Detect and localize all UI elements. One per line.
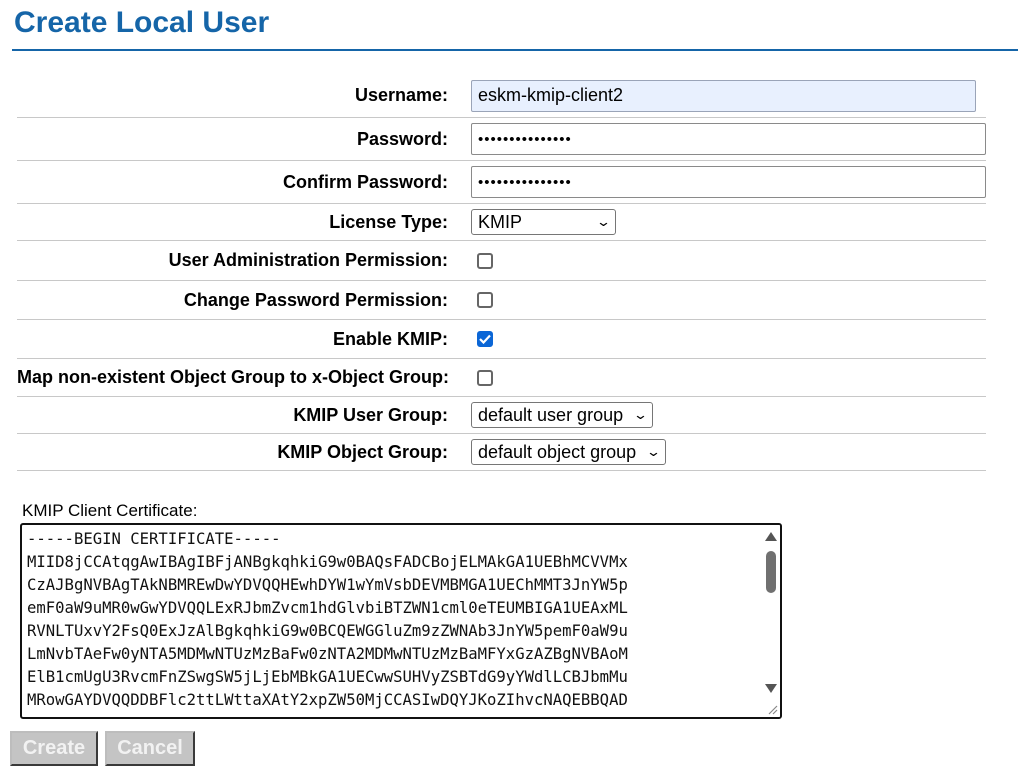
change-password-permission-checkbox[interactable]: [477, 292, 493, 308]
scrollbar-thumb[interactable]: [766, 551, 776, 593]
kmip-user-group-value: default user group: [478, 404, 624, 425]
chevron-down-icon: ⌄: [632, 407, 649, 422]
resize-grip-icon[interactable]: [766, 703, 778, 715]
certificate-label: KMIP Client Certificate:: [22, 501, 198, 520]
user-admin-permission-row: User Administration Permission:: [17, 241, 986, 281]
confirm-password-row: Confirm Password: •••••••••••••••: [17, 161, 986, 204]
license-type-value: KMIP: [478, 211, 523, 232]
certificate-scrollbar[interactable]: [762, 525, 780, 717]
enable-kmip-label: Enable KMIP:: [332, 328, 448, 349]
certificate-textarea[interactable]: -----BEGIN CERTIFICATE----- MIID8jCCAtqg…: [20, 523, 782, 719]
user-admin-permission-label: User Administration Permission:: [168, 250, 448, 270]
password-input[interactable]: •••••••••••••••: [471, 123, 986, 155]
page-title: Create Local User: [14, 6, 270, 39]
map-object-group-checkbox[interactable]: [477, 369, 493, 386]
kmip-user-group-label: KMIP User Group:: [293, 404, 448, 425]
password-row: Password: •••••••••••••••: [17, 118, 986, 161]
license-type-row: License Type: KMIP ⌄: [17, 204, 986, 241]
map-object-group-row: Map non-existent Object Group to x-Objec…: [17, 359, 986, 397]
kmip-object-group-value: default object group: [478, 441, 637, 462]
license-type-select[interactable]: KMIP ⌄: [471, 209, 616, 235]
password-label: Password:: [356, 128, 448, 149]
kmip-object-group-row: KMIP Object Group: default object group …: [17, 434, 986, 471]
checkmark-icon: [479, 334, 491, 344]
chevron-down-icon: ⌄: [595, 214, 612, 229]
kmip-user-group-row: KMIP User Group: default user group ⌄: [17, 397, 986, 434]
scroll-up-arrow-icon[interactable]: [765, 532, 777, 541]
enable-kmip-checkbox[interactable]: [477, 331, 493, 347]
cancel-button[interactable]: Cancel: [105, 731, 195, 766]
kmip-user-group-select[interactable]: default user group ⌄: [471, 402, 654, 428]
change-password-permission-row: Change Password Permission:: [17, 281, 986, 320]
username-row: Username: eskm-kmip-client2: [17, 74, 986, 118]
username-input[interactable]: eskm-kmip-client2: [471, 79, 976, 112]
change-password-permission-label: Change Password Permission:: [183, 289, 448, 310]
scroll-down-arrow-icon[interactable]: [765, 684, 777, 693]
kmip-object-group-select[interactable]: default object group ⌄: [471, 439, 667, 465]
confirm-password-input[interactable]: •••••••••••••••: [471, 166, 986, 198]
enable-kmip-row: Enable KMIP:: [17, 320, 986, 359]
create-button[interactable]: Create: [10, 731, 98, 766]
confirm-password-label: Confirm Password:: [282, 171, 448, 192]
username-label: Username:: [354, 85, 448, 105]
certificate-text: -----BEGIN CERTIFICATE----- MIID8jCCAtqg…: [27, 530, 628, 709]
map-object-group-label: Map non-existent Object Group to x-Objec…: [17, 367, 450, 387]
user-form: Username: eskm-kmip-client2 Password: ••…: [17, 74, 986, 471]
kmip-object-group-label: KMIP Object Group:: [277, 441, 448, 462]
license-type-label: License Type:: [329, 211, 448, 232]
user-admin-permission-checkbox[interactable]: [477, 252, 493, 269]
chevron-down-icon: ⌄: [645, 444, 662, 459]
title-divider: [12, 49, 1018, 51]
